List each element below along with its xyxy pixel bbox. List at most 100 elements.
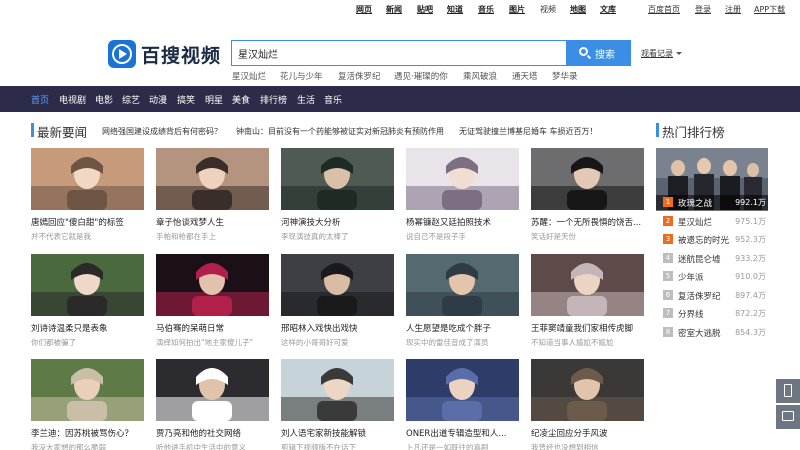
hotword[interactable]: 花儿与少年	[280, 70, 323, 82]
video-thumbnail[interactable]	[31, 148, 144, 210]
video-card[interactable]: 杨幂镰赵又廷拍照技术 说自己不是段子手	[406, 148, 519, 242]
rank-name[interactable]: 被遗忘的时光	[678, 234, 729, 246]
rank-item[interactable]: 4 迷航昆仑墟 933.2万	[656, 251, 768, 267]
userlink-register[interactable]: 注册	[725, 4, 741, 15]
video-thumbnail[interactable]	[156, 359, 269, 421]
hotword[interactable]: 复活侏罗纪	[338, 70, 381, 82]
hotword[interactable]: 梦华录	[552, 70, 578, 82]
rank-name[interactable]: 密室大逃脱	[678, 327, 721, 339]
toplink-tieba[interactable]: 贴吧	[417, 4, 433, 15]
feedback-button[interactable]	[776, 405, 800, 429]
nav-food[interactable]: 美食	[232, 93, 250, 106]
nav-rank[interactable]: 排行榜	[260, 93, 287, 106]
rank-item[interactable]: 1 玫瑰之战 992.1万	[656, 195, 768, 211]
video-thumbnail[interactable]	[31, 254, 144, 316]
video-title[interactable]: 马伯骞的呆萌日常	[156, 322, 269, 334]
mobile-app-button[interactable]	[776, 379, 800, 403]
nav-funny[interactable]: 搞笑	[177, 93, 195, 106]
nav-life[interactable]: 生活	[297, 93, 315, 106]
video-card[interactable]: ONER出道专辑造型和人... 卜凡还是一如既往的喜剧	[406, 359, 519, 450]
toplink-video[interactable]: 视频	[540, 4, 556, 15]
video-thumbnail[interactable]	[531, 148, 644, 210]
video-card[interactable]: 河神演技大分析 李现演技真的太棒了	[281, 148, 394, 242]
toplink-music[interactable]: 音乐	[478, 4, 494, 15]
toplink-zhidao[interactable]: 知道	[447, 4, 463, 15]
video-card[interactable]: 刘诗诗温柔只是表象 你们都被骗了	[31, 254, 144, 348]
video-card[interactable]: 苏醒：一个无所畏惧的饶舌... 笑话好是天份	[531, 148, 644, 242]
rank-name[interactable]: 分界线	[678, 308, 704, 320]
video-title[interactable]: 刘诗诗温柔只是表象	[31, 322, 144, 334]
rank-name[interactable]: 迷航昆仑墟	[678, 253, 721, 265]
rank-name[interactable]: 星汉灿烂	[678, 216, 712, 228]
nav-variety[interactable]: 综艺	[122, 93, 140, 106]
video-card[interactable]: 邢昭林入戏快出戏快 这样的小哥哥好可爱	[281, 254, 394, 348]
video-title[interactable]: 刘人语宅家新技能解锁	[281, 427, 394, 439]
video-card[interactable]: 章子怡谈戏梦人生 手帕和枪都在手上	[156, 148, 269, 242]
nav-home[interactable]: 首页	[31, 93, 49, 106]
hotword[interactable]: 遇见·璀璨的你	[394, 70, 448, 82]
video-card[interactable]: 马伯骞的呆萌日常 演绎如何拍出"地主家傻儿子"	[156, 254, 269, 348]
rank-item[interactable]: 7 分界线 872.2万	[656, 306, 768, 322]
hotword[interactable]: 通天塔	[512, 70, 538, 82]
userlink-login[interactable]: 登录	[695, 4, 711, 15]
rank-item[interactable]: 8 密室大逃脱 854.3万	[656, 325, 768, 341]
nav-anime[interactable]: 动漫	[149, 93, 167, 106]
video-title[interactable]: 李兰迪：因苏桃被骂伤心？	[31, 427, 144, 439]
video-card[interactable]: 刘人语宅家新技能解锁 剪辑下视频版不在话下	[281, 359, 394, 450]
video-title[interactable]: 王菲窦靖童我们家相传虎脚	[531, 322, 644, 334]
video-title[interactable]: 唐嫣回应"傻白甜"的标签	[31, 216, 144, 228]
video-card[interactable]: 纪凌尘回应分手风波 我曾经也没想到相信	[531, 359, 644, 450]
video-card[interactable]: 李兰迪：因苏桃被骂伤心？ 我没大家想的那么脆弱	[31, 359, 144, 450]
nav-music[interactable]: 音乐	[324, 93, 342, 106]
video-thumbnail[interactable]	[31, 359, 144, 421]
userlink-home[interactable]: 百度首页	[648, 4, 680, 15]
rank-name[interactable]: 复活侏罗纪	[678, 290, 721, 302]
search-input[interactable]: 星汉灿烂	[231, 40, 567, 66]
userlink-app[interactable]: APP下载	[754, 4, 785, 15]
nav-tv[interactable]: 电视剧	[59, 93, 86, 106]
nav-star[interactable]: 明星	[205, 93, 223, 106]
rank-item[interactable]: 6 复活侏罗纪 897.4万	[656, 288, 768, 304]
video-thumbnail[interactable]	[531, 359, 644, 421]
video-title[interactable]: 河神演技大分析	[281, 216, 394, 228]
video-title[interactable]: 邢昭林入戏快出戏快	[281, 322, 394, 334]
history-link[interactable]: 观看记录	[641, 48, 682, 59]
video-card[interactable]: 王菲窦靖童我们家相传虎脚 不知道当事人尴尬不尴尬	[531, 254, 644, 348]
rank-name[interactable]: 玫瑰之战	[678, 197, 712, 209]
hotword[interactable]: 星汉灿烂	[232, 70, 266, 82]
video-card[interactable]: 人生愿望是吃成个胖子 现实中的雷佳音成了演员	[406, 254, 519, 348]
site-logo[interactable]: 百搜视频	[108, 40, 220, 68]
video-title[interactable]: ONER出道专辑造型和人...	[406, 427, 519, 439]
video-thumbnail[interactable]	[406, 254, 519, 316]
video-title[interactable]: 贾乃亮和他的社交网络	[156, 427, 269, 439]
video-thumbnail[interactable]	[156, 254, 269, 316]
video-title[interactable]: 人生愿望是吃成个胖子	[406, 322, 519, 334]
nav-movie[interactable]: 电影	[95, 93, 113, 106]
toplink-web[interactable]: 网页	[356, 4, 372, 15]
hotword[interactable]: 乘风破浪	[463, 70, 497, 82]
video-title[interactable]: 苏醒：一个无所畏惧的饶舌...	[531, 216, 644, 228]
rank-name[interactable]: 少年派	[678, 271, 704, 283]
video-thumbnail[interactable]	[281, 359, 394, 421]
news-headline[interactable]: 钟南山：目前没有一个药能够被证实对新冠肺炎有预防作用	[236, 126, 444, 137]
news-headline[interactable]: 无证驾驶撞兰博基尼婚车 车损近百万！	[459, 126, 598, 137]
rank-item[interactable]: 5 少年派 910.0万	[656, 269, 768, 285]
video-card[interactable]: 唐嫣回应"傻白甜"的标签 并不代表它就是我	[31, 148, 144, 242]
news-headline[interactable]: 网络强国建设成绩背后有何密码？	[102, 126, 222, 137]
toplink-news[interactable]: 新闻	[386, 4, 402, 15]
toplink-image[interactable]: 图片	[509, 4, 525, 15]
video-thumbnail[interactable]	[406, 148, 519, 210]
rank-item[interactable]: 2 星汉灿烂 975.1万	[656, 214, 768, 230]
toplink-map[interactable]: 地图	[570, 4, 586, 15]
rank-item[interactable]: 3 被遗忘的时光 952.3万	[656, 232, 768, 248]
video-title[interactable]: 章子怡谈戏梦人生	[156, 216, 269, 228]
video-thumbnail[interactable]	[281, 254, 394, 316]
video-thumbnail[interactable]	[406, 359, 519, 421]
video-thumbnail[interactable]	[156, 148, 269, 210]
toplink-wenku[interactable]: 文库	[600, 4, 616, 15]
video-title[interactable]: 杨幂镰赵又廷拍照技术	[406, 216, 519, 228]
video-thumbnail[interactable]	[531, 254, 644, 316]
video-card[interactable]: 贾乃亮和他的社交网络 听他讲手机中生活中的意义	[156, 359, 269, 450]
search-button[interactable]: 搜索	[566, 40, 631, 66]
video-title[interactable]: 纪凌尘回应分手风波	[531, 427, 644, 439]
